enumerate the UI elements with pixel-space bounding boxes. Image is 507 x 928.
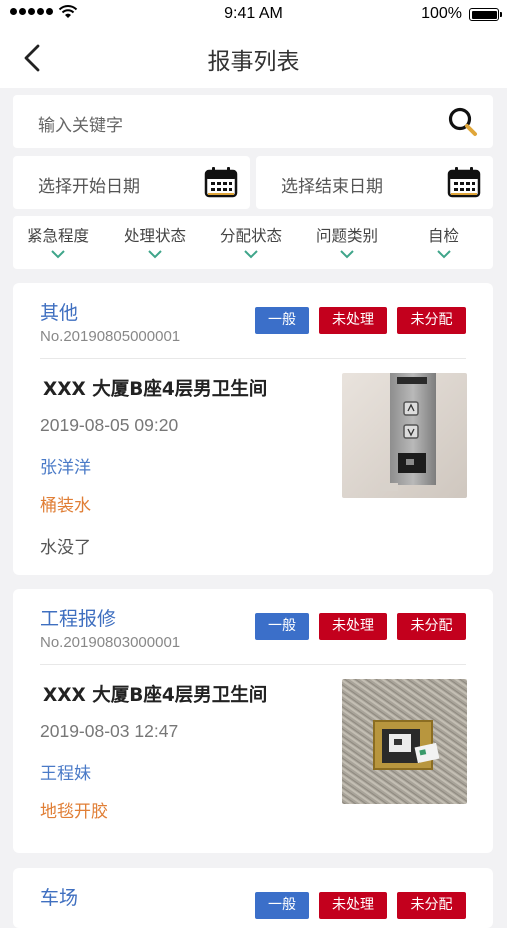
chevron-down-icon: [148, 250, 162, 259]
issue-type: 桶装水: [40, 496, 91, 516]
battery-percent: 100%: [421, 5, 462, 22]
report-number: No.20190803000001: [40, 634, 181, 651]
filter-process-status[interactable]: 处理状态: [124, 224, 186, 260]
report-category: 其他: [40, 302, 79, 324]
search-icon[interactable]: [447, 106, 479, 138]
report-location: XXX 大厦B座4层男卫生间: [43, 685, 268, 706]
chevron-down-icon: [340, 250, 354, 259]
urgency-badge: 一般: [255, 307, 309, 334]
filter-label: 处理状态: [124, 227, 187, 245]
divider: [40, 664, 466, 665]
reporter-name: 王程妹: [40, 764, 91, 784]
start-date-placeholder: 选择开始日期: [38, 177, 140, 197]
filter-label: 问题类别: [316, 227, 379, 245]
floor-outlet-photo[interactable]: [342, 679, 467, 804]
search-input[interactable]: 输入关键字: [13, 95, 493, 148]
chevron-down-icon: [436, 250, 451, 259]
report-description: 水没了: [40, 538, 91, 558]
assign-status-badge: 未分配: [397, 613, 466, 640]
urgency-badge: 一般: [255, 892, 309, 919]
chevron-down-icon: [51, 250, 65, 259]
filter-label: 自检: [428, 227, 460, 245]
report-card[interactable]: 其他 No.20190805000001 一般 未处理 未分配 XXX 大厦B座…: [13, 283, 493, 575]
start-date-picker[interactable]: 选择开始日期: [13, 156, 250, 209]
divider: [40, 358, 466, 359]
assign-status-badge: 未分配: [397, 307, 466, 334]
report-card[interactable]: 车场 一般 未处理 未分配: [13, 868, 493, 928]
urgency-badge: 一般: [255, 613, 309, 640]
process-status-badge: 未处理: [319, 613, 387, 640]
battery-icon: [469, 8, 502, 21]
status-bar: 9:41 AM 100%: [0, 0, 507, 28]
search-placeholder: 输入关键字: [38, 116, 123, 136]
report-location: XXX 大厦B座4层男卫生间: [43, 379, 268, 400]
filter-urgency[interactable]: 紧急程度: [27, 224, 89, 260]
filter-bar: 紧急程度 处理状态 分配状态 问题类别 自检: [13, 216, 493, 269]
report-category: 车场: [40, 887, 79, 909]
nav-bar: 报事列表: [0, 28, 507, 88]
process-status-badge: 未处理: [319, 307, 387, 334]
report-datetime: 2019-08-05 09:20: [40, 415, 179, 435]
calendar-icon: [204, 167, 238, 198]
filter-self-check[interactable]: 自检: [428, 224, 459, 260]
filter-label: 分配状态: [220, 227, 283, 245]
filter-assign-status[interactable]: 分配状态: [220, 224, 282, 260]
reporter-name: 张洋洋: [40, 458, 91, 478]
report-category: 工程报修: [40, 608, 117, 630]
process-status-badge: 未处理: [319, 892, 387, 919]
elevator-panel-photo[interactable]: [342, 373, 467, 498]
end-date-placeholder: 选择结束日期: [281, 177, 383, 197]
chevron-down-icon: [244, 250, 258, 259]
filter-issue-category[interactable]: 问题类别: [316, 224, 378, 260]
end-date-picker[interactable]: 选择结束日期: [256, 156, 493, 209]
assign-status-badge: 未分配: [397, 892, 466, 919]
report-datetime: 2019-08-03 12:47: [40, 721, 179, 741]
calendar-icon: [447, 167, 481, 198]
report-number: No.20190805000001: [40, 328, 181, 345]
issue-type: 地毯开胶: [40, 802, 108, 822]
report-card[interactable]: 工程报修 No.20190803000001 一般 未处理 未分配 XXX 大厦…: [13, 589, 493, 853]
filter-label: 紧急程度: [27, 227, 90, 245]
page-title: 报事列表: [207, 49, 300, 75]
